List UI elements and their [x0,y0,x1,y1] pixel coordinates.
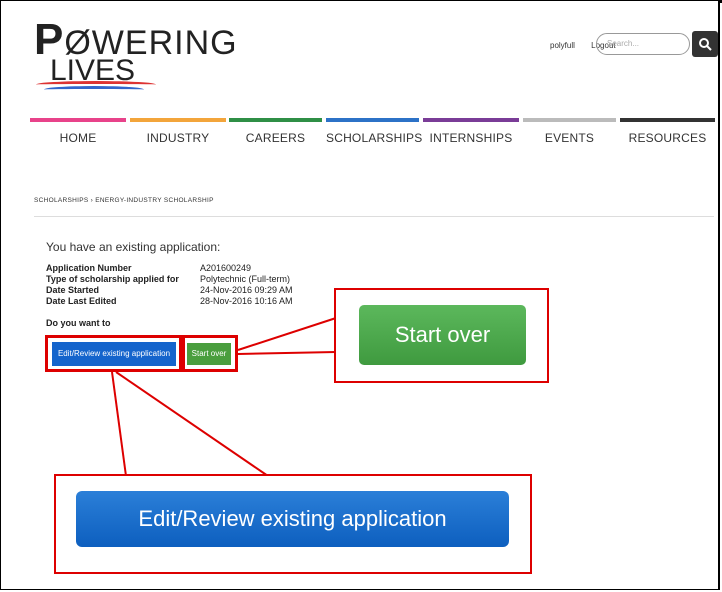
nav-color-bar [423,118,519,122]
detail-row: Type of scholarship applied for Polytech… [46,274,306,285]
breadcrumb[interactable]: SCHOLARSHIPS › ENERGY-INDUSTRY SCHOLARSH… [34,197,214,204]
nav-color-bar [620,118,715,122]
highlight-box-edit [45,335,182,372]
main-nav: HOME INDUSTRY CAREERS SCHOLARSHIPS INTER… [30,118,715,158]
nav-item-careers[interactable]: CAREERS [229,118,322,158]
detail-value: A201600249 [200,263,252,273]
nav-item-events[interactable]: EVENTS [523,118,616,158]
nav-label: INTERNSHIPS [429,131,513,145]
nav-label: INDUSTRY [146,131,210,145]
search-button[interactable] [692,31,718,57]
application-details: Application Number A201600249 Type of sc… [46,263,306,307]
nav-item-home[interactable]: HOME [30,118,126,158]
nav-label: CAREERS [245,131,306,145]
detail-label: Date Started [46,285,100,295]
nav-color-bar [523,118,616,122]
detail-row: Date Started 24-Nov-2016 09:29 AM [46,285,306,296]
detail-value: 28-Nov-2016 10:16 AM [200,296,293,306]
nav-color-bar [326,118,419,122]
nav-color-bar [130,118,226,122]
powering-lives-logo[interactable]: PØWERING LIVES [34,18,237,98]
detail-label: Type of scholarship applied for [46,274,179,284]
user-link[interactable]: polyfull [550,41,575,50]
highlight-box-start [182,335,238,372]
nav-item-industry[interactable]: INDUSTRY [130,118,226,158]
nav-label: HOME [59,131,97,145]
edit-review-button-zoomed[interactable]: Edit/Review existing application [76,491,509,547]
question-text: Do you want to [46,318,111,328]
detail-value: 24-Nov-2016 09:29 AM [200,285,293,295]
detail-row: Date Last Edited 28-Nov-2016 10:16 AM [46,296,306,307]
detail-row: Application Number A201600249 [46,263,306,274]
existing-application-heading: You have an existing application: [46,240,221,254]
nav-item-internships[interactable]: INTERNSHIPS [423,118,519,158]
detail-label: Application Number [46,263,132,273]
detail-value: Polytechnic (Full-term) [200,274,291,284]
nav-item-resources[interactable]: RESOURCES [620,118,715,158]
search-icon [699,38,712,51]
search-input[interactable]: Search... [596,33,690,55]
divider [34,216,714,217]
logo-swoosh [44,86,144,93]
nav-color-bar [30,118,126,122]
nav-label: EVENTS [544,131,595,145]
nav-item-scholarships[interactable]: SCHOLARSHIPS [326,118,423,158]
nav-label: RESOURCES [628,131,707,145]
detail-label: Date Last Edited [46,296,117,306]
start-over-button-zoomed[interactable]: Start over [359,305,526,365]
nav-color-bar [229,118,322,122]
nav-label: SCHOLARSHIPS [326,131,423,145]
